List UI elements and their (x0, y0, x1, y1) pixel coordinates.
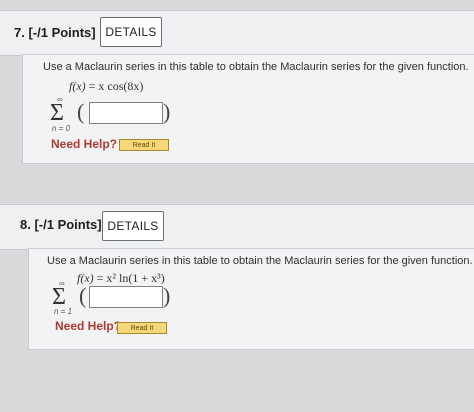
summation-lower-limit: n = 1 (54, 307, 73, 316)
question-8-answer-input[interactable] (89, 286, 163, 308)
question-8-need-help: Need Help? (55, 319, 122, 333)
question-8-title: 8. [-/1 Points] (20, 217, 102, 232)
function-lhs: f(x) (69, 79, 86, 93)
question-7-title: 7. [-/1 Points] (14, 25, 96, 40)
question-7-instruction: Use a Maclaurin series in this table to … (43, 61, 469, 73)
close-paren: ) (163, 283, 171, 308)
close-paren: ) (163, 99, 171, 124)
question-7-body: Use a Maclaurin series in this table to … (22, 54, 474, 164)
summation-symbol: Σ (52, 284, 66, 310)
open-paren: ( (79, 283, 87, 308)
question-7-header: 7. [-/1 Points] DETAILS (0, 10, 474, 56)
question-8-header: 8. [-/1 Points] DETAILS (0, 204, 474, 250)
question-8-body: Use a Maclaurin series in this table to … (28, 248, 474, 350)
summation-symbol: Σ (50, 100, 64, 126)
question-8-details-button[interactable]: DETAILS (102, 211, 164, 241)
question-8-read-it-button[interactable]: Read It (117, 322, 167, 334)
question-7-answer-input[interactable] (89, 102, 163, 124)
function-rhs: = x² ln(1 + x³) (96, 271, 165, 285)
question-8-function: f(x) = x² ln(1 + x³) (77, 271, 165, 286)
question-7-function: f(x) = x cos(8x) (69, 79, 143, 94)
question-7-read-it-button[interactable]: Read It (119, 139, 169, 151)
question-7-details-button[interactable]: DETAILS (100, 17, 162, 47)
summation-lower-limit: n = 0 (52, 124, 71, 133)
function-rhs: = x cos(8x) (88, 79, 144, 93)
question-8-instruction: Use a Maclaurin series in this table to … (47, 255, 473, 267)
question-7-need-help: Need Help? (51, 137, 118, 151)
open-paren: ( (77, 99, 85, 124)
